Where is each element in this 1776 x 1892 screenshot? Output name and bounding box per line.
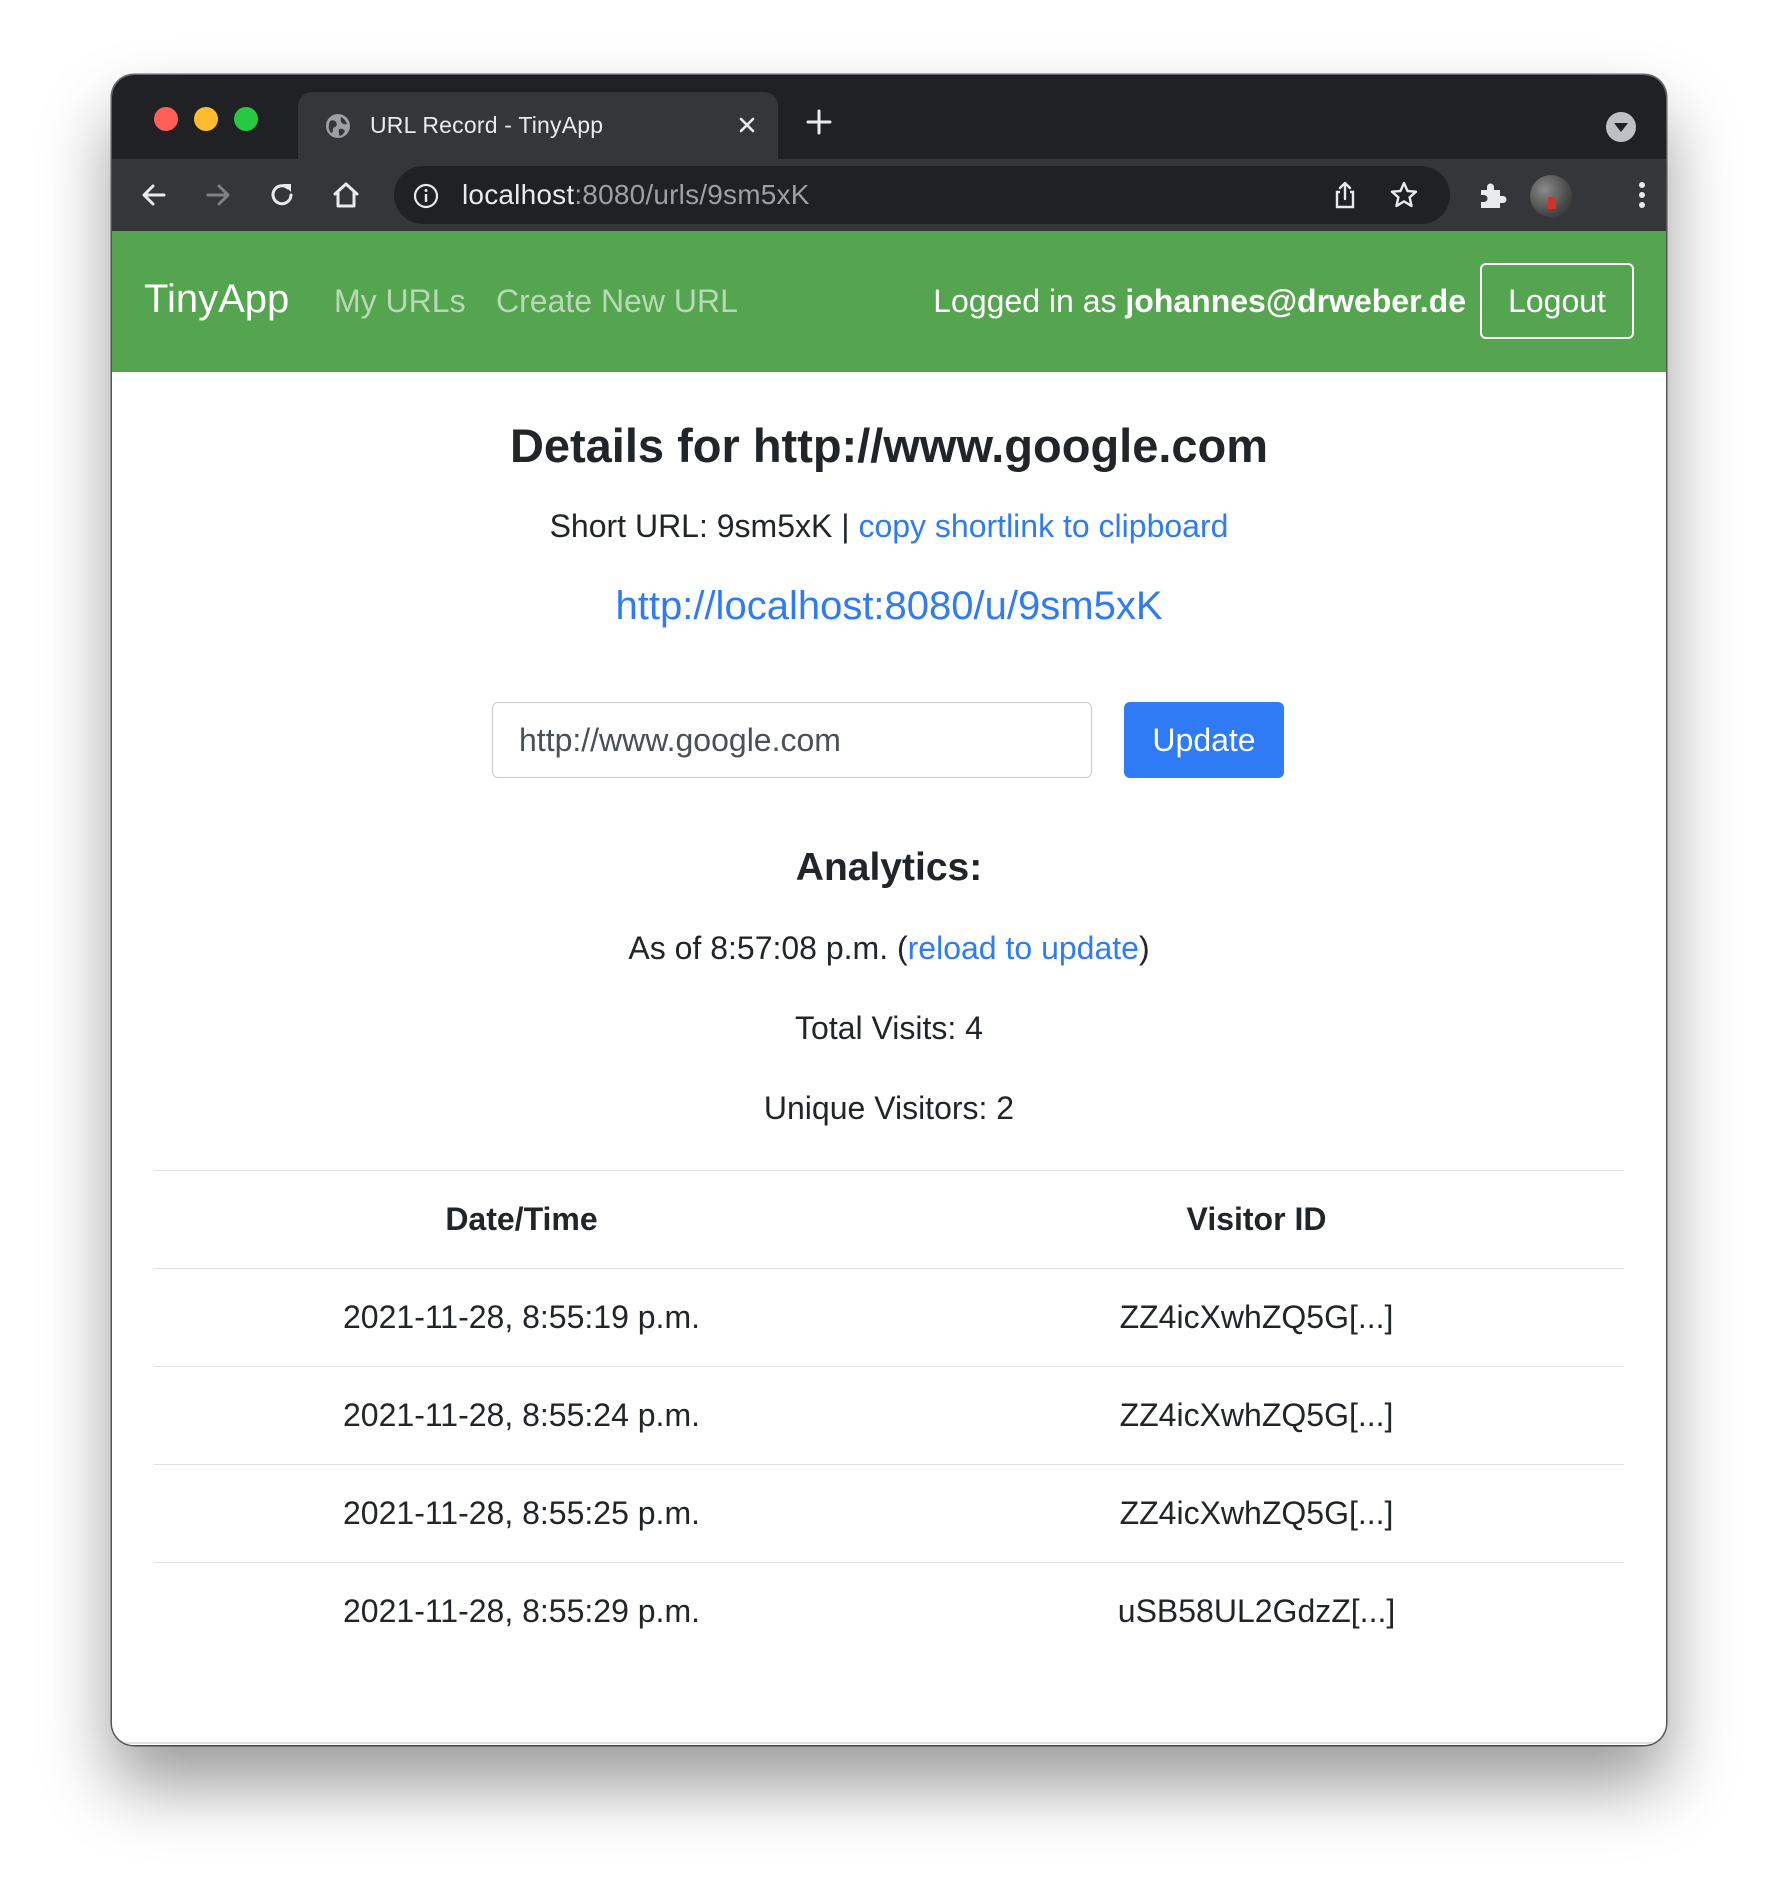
browser-window: URL Record - TinyApp localhost:8080/urls… (112, 75, 1666, 1745)
table-row: 2021-11-28, 8:55:25 p.m. ZZ4icXwhZQ5G[..… (154, 1464, 1624, 1563)
logged-in-status: Logged in as johannes@drweber.de (933, 283, 1466, 320)
visits-table: Date/Time Visitor ID 2021-11-28, 8:55:19… (154, 1170, 1624, 1661)
table-row: 2021-11-28, 8:55:24 p.m. ZZ4icXwhZQ5G[..… (154, 1366, 1624, 1465)
main-content: Details for http://www.google.com Short … (112, 372, 1666, 1745)
share-icon[interactable] (1330, 180, 1360, 210)
cell-datetime: 2021-11-28, 8:55:19 p.m. (154, 1268, 889, 1367)
brand-link[interactable]: TinyApp (144, 277, 289, 322)
reload-link[interactable]: reload to update (908, 930, 1139, 966)
column-header-datetime: Date/Time (154, 1170, 889, 1269)
address-path: :8080/urls/9sm5xK (574, 179, 810, 210)
cell-visitor-id: ZZ4icXwhZQ5G[...] (889, 1366, 1624, 1465)
cell-datetime: 2021-11-28, 8:55:24 p.m. (154, 1366, 889, 1465)
page-title: Details for http://www.google.com (509, 419, 1269, 472)
address-bar[interactable]: localhost:8080/urls/9sm5xK (394, 166, 1450, 224)
table-header-row: Date/Time Visitor ID (154, 1170, 1624, 1269)
update-button[interactable]: Update (1124, 702, 1284, 778)
as-of-line: As of 8:57:08 p.m. (reload to update) (112, 930, 1666, 967)
table-row: 2021-11-28, 8:55:29 p.m. uSB58UL2GdzZ[..… (154, 1562, 1624, 1661)
cell-datetime: 2021-11-28, 8:55:25 p.m. (154, 1464, 889, 1563)
kebab-menu-icon[interactable] (1620, 173, 1664, 217)
total-visits: Total Visits: 4 (795, 1010, 983, 1046)
star-icon[interactable] (1388, 179, 1420, 211)
divider (112, 1742, 1666, 1744)
nav-create-new-url[interactable]: Create New URL (496, 283, 738, 320)
new-tab-icon[interactable] (802, 105, 836, 139)
home-icon[interactable] (324, 173, 368, 217)
page-viewport: TinyApp My URLs Create New URL Logged in… (112, 231, 1666, 1745)
analytics-title: Analytics: (795, 846, 983, 889)
cell-visitor-id: ZZ4icXwhZQ5G[...] (889, 1464, 1624, 1563)
nav-my-urls[interactable]: My URLs (334, 283, 466, 320)
tab-title: URL Record - TinyApp (370, 112, 604, 138)
forward-icon[interactable] (196, 173, 240, 217)
browser-toolbar: localhost:8080/urls/9sm5xK (112, 159, 1666, 231)
info-icon[interactable] (412, 182, 440, 210)
avatar[interactable] (1530, 175, 1572, 217)
short-url-label: Short URL: 9sm5xK | (549, 508, 859, 544)
cell-visitor-id: uSB58UL2GdzZ[...] (889, 1562, 1624, 1661)
navbar: TinyApp My URLs Create New URL Logged in… (112, 231, 1666, 372)
back-icon[interactable] (132, 173, 176, 217)
close-window-button[interactable] (154, 107, 178, 131)
tab-menu-icon[interactable] (1606, 112, 1636, 142)
cell-visitor-id: ZZ4icXwhZQ5G[...] (889, 1268, 1624, 1367)
logout-button[interactable]: Logout (1480, 263, 1634, 339)
globe-icon (326, 114, 350, 138)
user-email: johannes@drweber.de (1125, 283, 1466, 319)
browser-tab[interactable]: URL Record - TinyApp (298, 92, 778, 159)
extensions-icon[interactable] (1470, 173, 1514, 217)
copy-shortlink-link[interactable]: copy shortlink to clipboard (858, 508, 1228, 544)
logged-in-prefix: Logged in as (933, 283, 1126, 319)
as-of-prefix: As of 8:57:08 p.m. ( (628, 930, 908, 966)
short-link-anchor[interactable]: http://localhost:8080/u/9sm5xK (616, 584, 1163, 628)
short-url-line: Short URL: 9sm5xK | copy shortlink to cl… (112, 508, 1666, 545)
address-host: localhost (462, 179, 575, 210)
close-icon[interactable] (732, 110, 762, 140)
column-header-visitor-id: Visitor ID (889, 1170, 1624, 1269)
table-row: 2021-11-28, 8:55:19 p.m. ZZ4icXwhZQ5G[..… (154, 1268, 1624, 1367)
cell-datetime: 2021-11-28, 8:55:29 p.m. (154, 1562, 889, 1661)
address-text: localhost:8080/urls/9sm5xK (462, 179, 810, 211)
maximize-window-button[interactable] (234, 107, 258, 131)
unique-visitors: Unique Visitors: 2 (763, 1090, 1015, 1126)
as-of-suffix: ) (1138, 930, 1150, 966)
short-link: http://localhost:8080/u/9sm5xK (112, 584, 1666, 629)
long-url-input[interactable] (492, 702, 1092, 778)
reload-icon[interactable] (260, 173, 304, 217)
minimize-window-button[interactable] (194, 107, 218, 131)
title-bar: URL Record - TinyApp (112, 75, 1666, 159)
